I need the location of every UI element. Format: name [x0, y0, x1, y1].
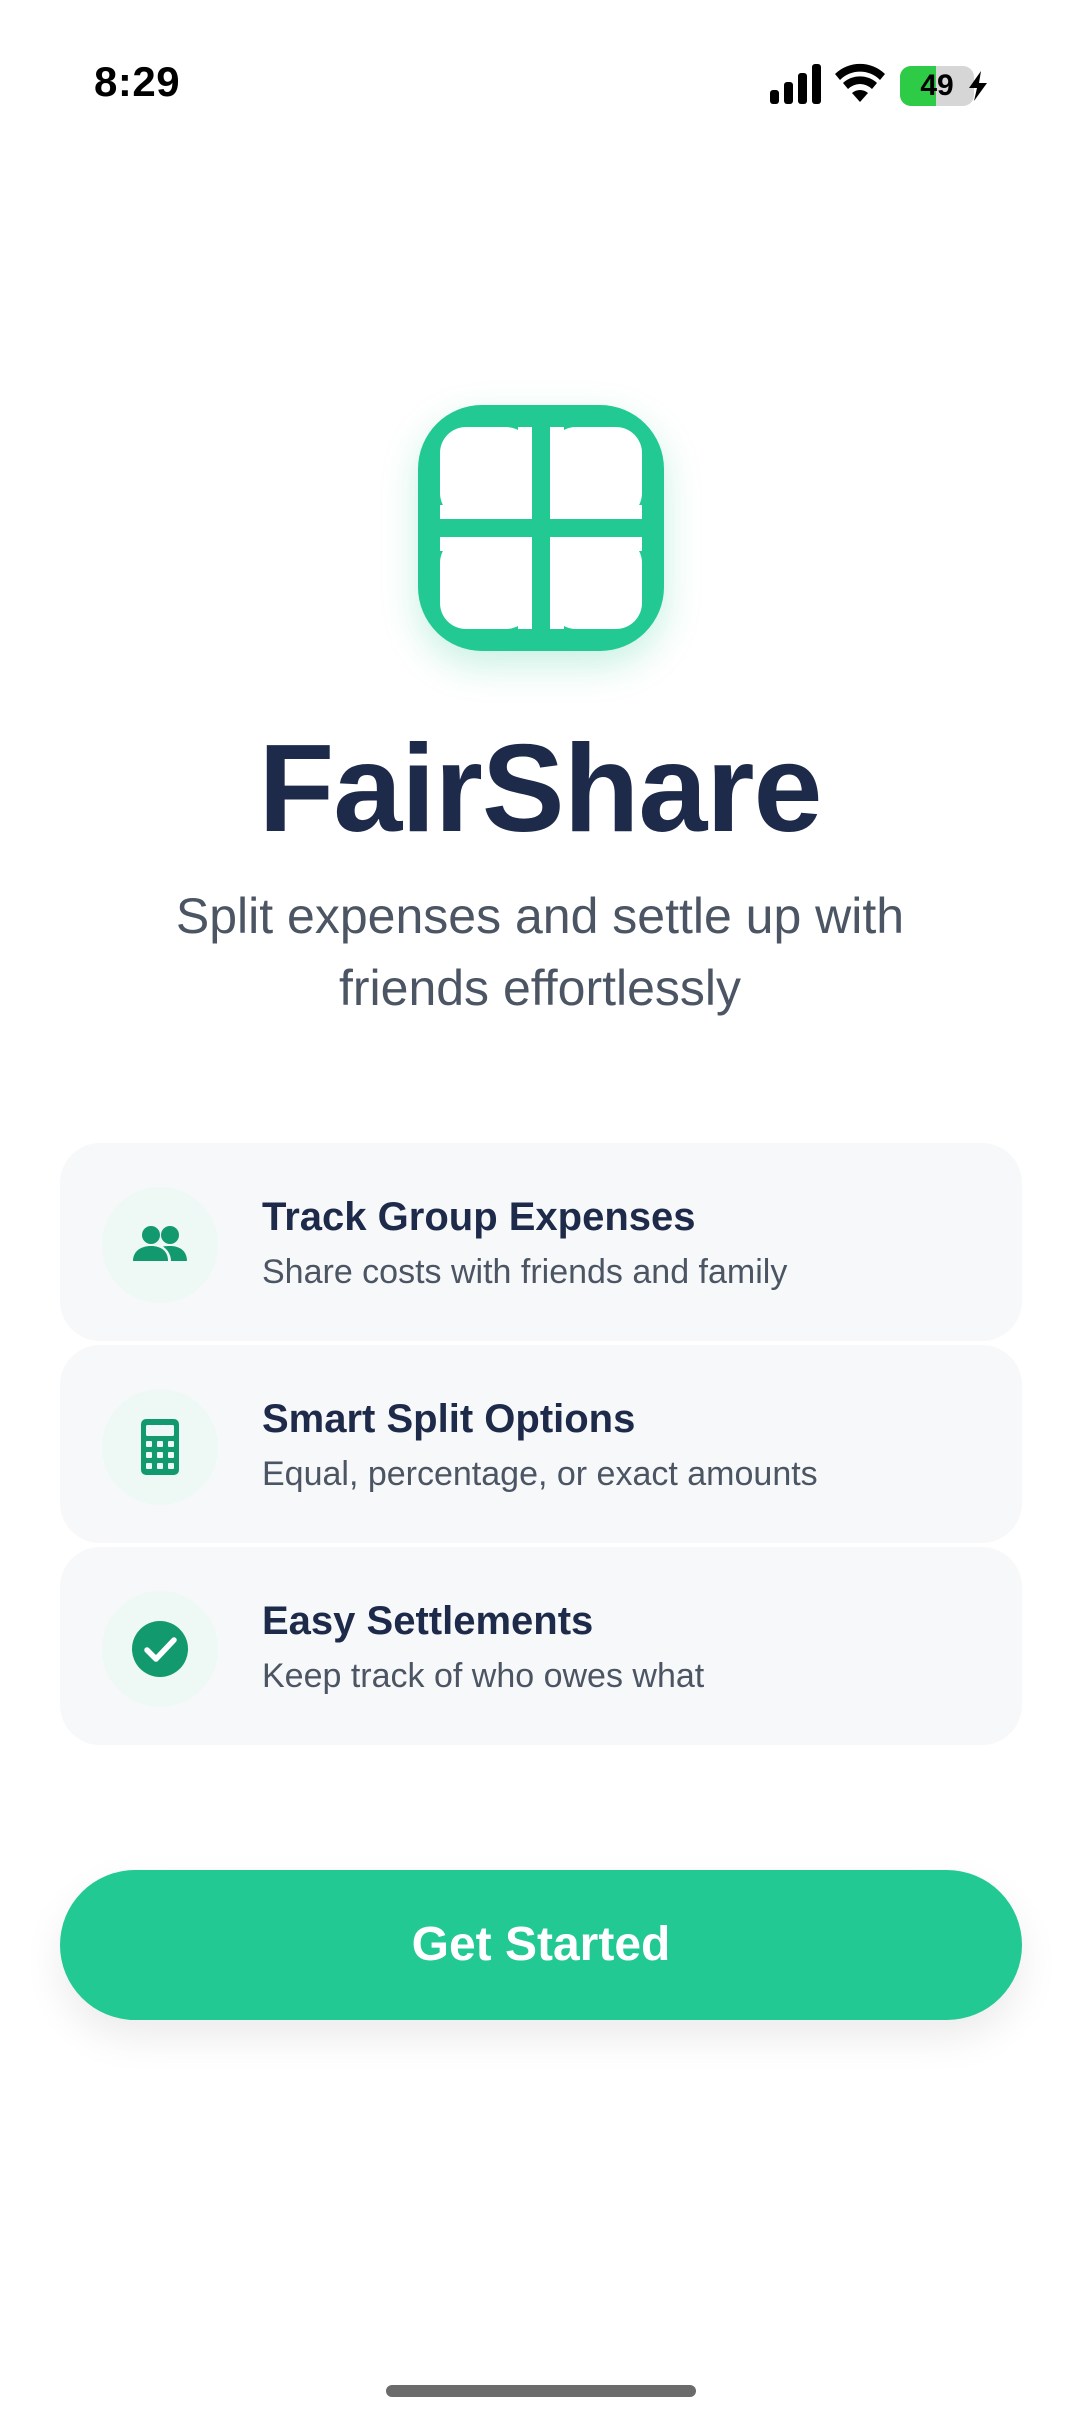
feature-card-group-expenses: Track Group Expenses Share costs with fr…: [60, 1143, 1022, 1341]
feature-title: Smart Split Options: [262, 1397, 636, 1441]
feature-card-settlements: Easy Settlements Keep track of who owes …: [60, 1547, 1022, 1745]
app-title: FairShare: [258, 720, 822, 858]
feature-title: Easy Settlements: [262, 1599, 594, 1643]
feature-description: Keep track of who owes what: [262, 1657, 705, 1695]
feature-card-smart-split: Smart Split Options Equal, percentage, o…: [60, 1345, 1022, 1543]
wifi-icon: [835, 63, 885, 102]
battery-icon: 49: [900, 66, 974, 106]
home-indicator[interactable]: [386, 2385, 696, 2397]
app-logo: [418, 405, 664, 651]
welcome-screen: 8:29 49 FairShare Split expenses and set…: [0, 0, 1080, 2424]
battery-level: 49: [920, 69, 954, 102]
people-icon: [133, 1226, 187, 1261]
feature-icon-badge: [102, 1389, 218, 1505]
status-time: 8:29: [94, 58, 181, 105]
charging-bolt-icon: [969, 71, 987, 101]
feature-title: Track Group Expenses: [262, 1195, 696, 1239]
feature-description: Equal, percentage, or exact amounts: [262, 1455, 818, 1493]
get-started-button[interactable]: Get Started: [60, 1870, 1022, 2020]
app-tagline: Split expenses and settle up with friend…: [175, 888, 905, 1016]
signal-icon: [770, 64, 821, 104]
feature-icon-badge: [102, 1591, 218, 1707]
grid-logo-icon: [440, 427, 642, 629]
feature-description: Share costs with friends and family: [262, 1253, 788, 1291]
status-bar: 8:29 49: [0, 0, 1080, 170]
calculator-icon: [141, 1419, 179, 1475]
check-circle-icon: [132, 1621, 188, 1677]
feature-icon-badge: [102, 1187, 218, 1303]
